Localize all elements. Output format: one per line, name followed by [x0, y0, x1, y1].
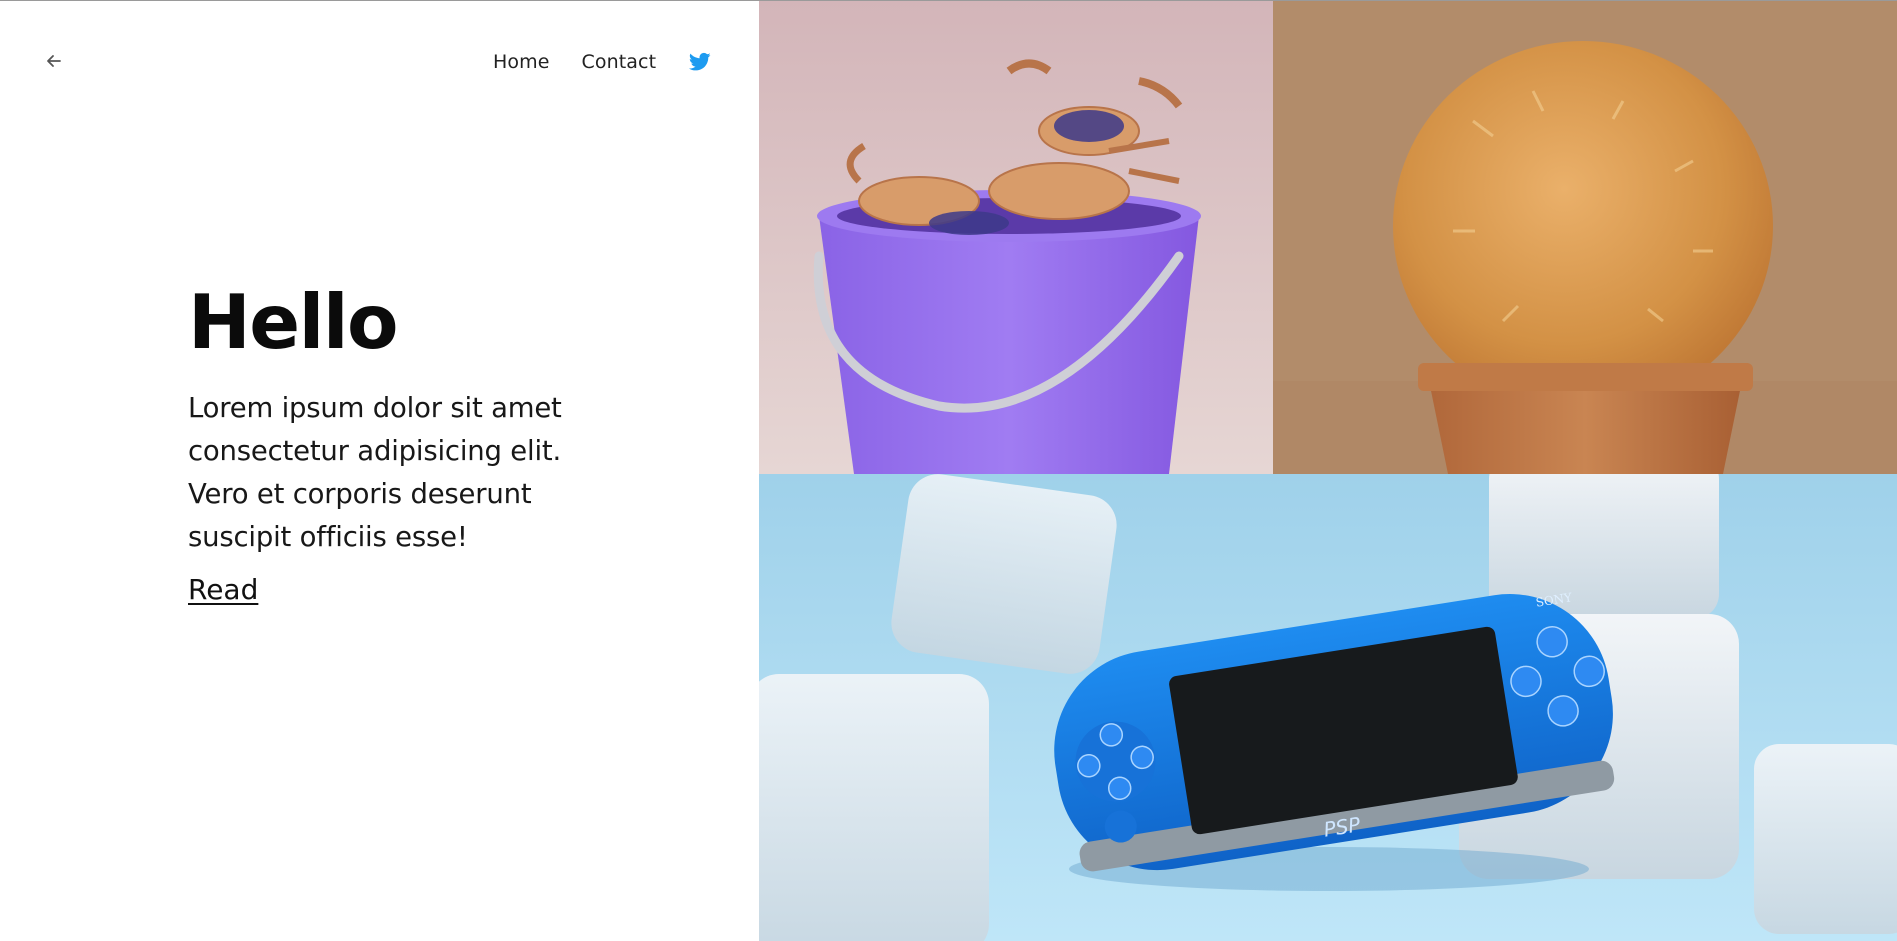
- arrow-left-icon: [47, 55, 61, 67]
- nav-link-home[interactable]: Home: [493, 51, 550, 73]
- gallery-image-crab-bucket: [759, 1, 1273, 474]
- hero-description: Lorem ipsum dolor sit amet consectetur a…: [188, 392, 562, 553]
- read-link[interactable]: Read: [188, 573, 258, 606]
- twitter-link[interactable]: [689, 52, 711, 72]
- twitter-icon: [689, 52, 711, 71]
- hero: Hello Lorem ipsum dolor sit amet consect…: [188, 277, 578, 606]
- gallery-image-cactus: [1273, 1, 1897, 474]
- page-title: Hello: [188, 278, 399, 366]
- content-panel: Home Contact Hello Lorem ipsum dolor sit…: [0, 1, 759, 941]
- gallery-image-handheld-console: SONY PSP: [759, 474, 1897, 941]
- top-nav: Home Contact: [493, 51, 711, 73]
- nav-link-contact[interactable]: Contact: [582, 51, 657, 73]
- back-button[interactable]: [42, 49, 66, 73]
